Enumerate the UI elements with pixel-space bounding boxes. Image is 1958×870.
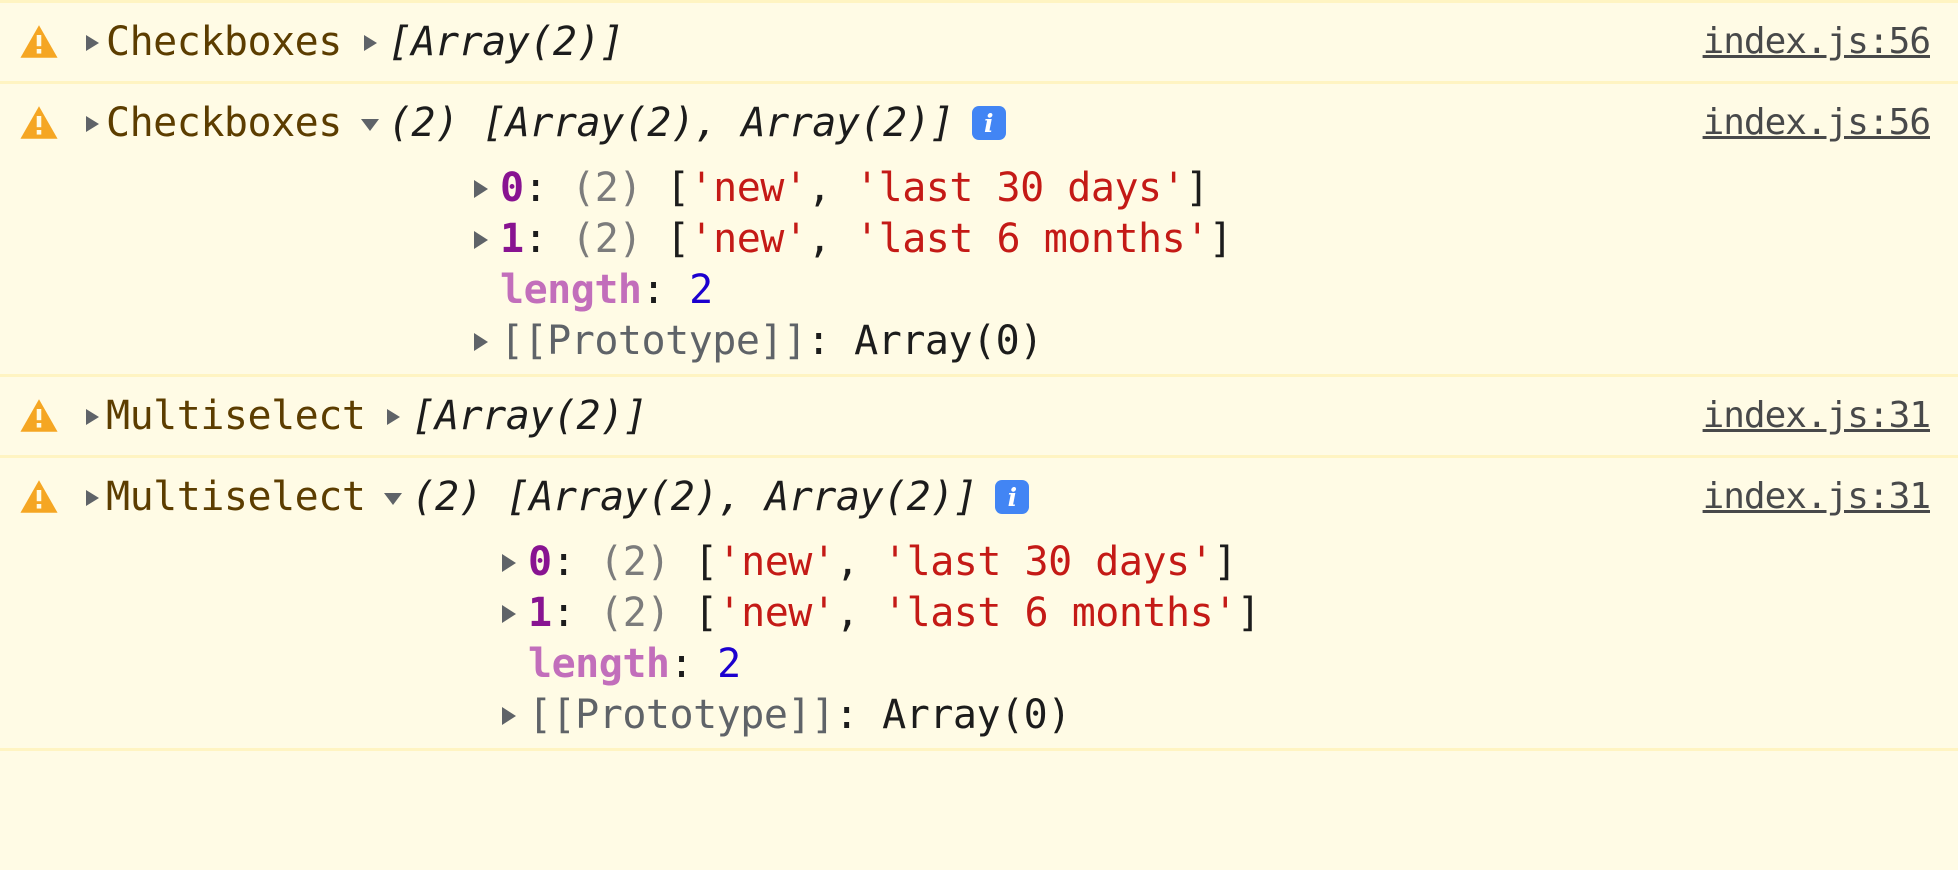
object-disclosure-triangle[interactable] (383, 401, 405, 431)
object-preview: (2) [Array(2), Array(2)] (387, 100, 954, 146)
message-label: Multiselect (106, 474, 366, 520)
key-colon: : (551, 538, 576, 585)
property-key: 1 (500, 215, 524, 262)
property-row: [[Prototype]]: Array(0) (0, 315, 1958, 366)
string-value: 'last 6 months' (855, 215, 1209, 262)
string-value: 'last 30 days' (883, 538, 1214, 585)
key-colon: : (641, 266, 666, 313)
object-preview: [Array(2)] (387, 19, 624, 65)
console-message-header[interactable]: Checkboxes [Array(2)] (0, 3, 1958, 81)
close-bracket: ] (1236, 589, 1261, 636)
prototype-value: Array(0) (882, 691, 1071, 738)
string-value: 'new' (689, 215, 808, 262)
property-disclosure-triangle[interactable] (470, 326, 500, 356)
console-message-header[interactable]: Multiselect [Array(2)] (0, 377, 1958, 455)
console-message-header[interactable]: Checkboxes (2) [Array(2), Array(2)] i (0, 84, 1958, 162)
property-key: length (500, 266, 642, 313)
console-panel[interactable]: index.js:56 Checkboxes [Array(2)] index.js:… (0, 0, 1958, 870)
property-disclosure-triangle[interactable] (498, 700, 528, 730)
open-bracket: [ (665, 164, 690, 211)
property-row: 0: (2) ['new', 'last 30 days'] (0, 162, 1958, 213)
array-count: (2) (599, 538, 670, 585)
message-disclosure-triangle[interactable] (82, 108, 104, 138)
array-count: (2) (571, 215, 642, 262)
property-key: [[Prototype]] (500, 317, 807, 364)
source-location-link[interactable]: index.js:31 (1703, 476, 1931, 517)
source-location-link[interactable]: index.js:31 (1703, 395, 1931, 436)
value-comma: , (835, 589, 860, 636)
property-disclosure-triangle[interactable] (498, 547, 528, 577)
key-colon: : (806, 317, 831, 364)
object-properties: 0: (2) ['new', 'last 30 days'] 1: (2) ['n… (0, 162, 1958, 374)
info-badge-icon[interactable]: i (995, 480, 1030, 514)
message-label: Checkboxes (106, 19, 342, 65)
close-bracket: ] (1208, 215, 1233, 262)
property-disclosure-triangle[interactable] (470, 173, 500, 203)
property-disclosure-triangle[interactable] (498, 598, 528, 628)
key-colon: : (523, 215, 548, 262)
value-comma: , (807, 215, 832, 262)
console-message: index.js:31 Multiselect [Array(2)] (0, 377, 1958, 458)
source-location-link[interactable]: index.js:56 (1703, 21, 1931, 62)
open-bracket: [ (693, 538, 718, 585)
close-bracket: ] (1213, 538, 1237, 585)
number-value: 2 (689, 266, 713, 313)
property-row: [[Prototype]]: Array(0) (0, 689, 1958, 740)
open-bracket: [ (693, 589, 718, 636)
array-count: (2) (599, 589, 670, 636)
property-disclosure-spacer (470, 275, 500, 305)
warning-icon (18, 102, 60, 144)
message-label: Multiselect (106, 393, 366, 439)
property-row: length: 2 (0, 264, 1958, 315)
object-disclosure-triangle[interactable] (360, 27, 382, 57)
property-key: 0 (528, 538, 552, 585)
message-disclosure-triangle[interactable] (82, 27, 104, 57)
prototype-value: Array(0) (854, 317, 1043, 364)
string-value: 'new' (689, 164, 808, 211)
array-count: (2) (571, 164, 642, 211)
console-message-header[interactable]: Multiselect (2) [Array(2), Array(2)] i (0, 458, 1958, 536)
property-disclosure-triangle[interactable] (470, 224, 500, 254)
message-label: Checkboxes (106, 100, 342, 146)
number-value: 2 (717, 640, 741, 687)
console-message: index.js:56 Checkboxes (2) [Array(2), Arra… (0, 84, 1958, 377)
source-location-link[interactable]: index.js:56 (1703, 102, 1931, 143)
object-disclosure-triangle[interactable] (360, 108, 382, 138)
object-preview: [Array(2)] (411, 393, 648, 439)
property-key: 1 (528, 589, 552, 636)
key-colon: : (669, 640, 694, 687)
warning-icon (18, 395, 60, 437)
message-disclosure-triangle[interactable] (82, 401, 104, 431)
property-disclosure-spacer (498, 649, 528, 679)
property-row: 1: (2) ['new', 'last 6 months'] (0, 587, 1958, 638)
open-bracket: [ (665, 215, 690, 262)
object-preview: (2) [Array(2), Array(2)] (411, 474, 978, 520)
object-disclosure-triangle[interactable] (383, 482, 405, 512)
value-comma: , (807, 164, 832, 211)
property-key: length (528, 640, 670, 687)
string-value: 'last 6 months' (883, 589, 1237, 636)
property-key: 0 (500, 164, 524, 211)
info-badge-icon[interactable]: i (971, 106, 1006, 140)
string-value: 'new' (717, 589, 836, 636)
key-colon: : (834, 691, 859, 738)
property-row: length: 2 (0, 638, 1958, 689)
warning-icon (18, 21, 60, 63)
property-row: 0: (2) ['new', 'last 30 days'] (0, 536, 1958, 587)
key-colon: : (551, 589, 576, 636)
value-comma: , (835, 538, 860, 585)
property-key: [[Prototype]] (528, 691, 835, 738)
console-message: index.js:56 Checkboxes [Array(2)] (0, 3, 1958, 84)
key-colon: : (523, 164, 548, 211)
console-message: index.js:31 Multiselect (2) [Array(2), Arr… (0, 458, 1958, 751)
string-value: 'new' (717, 538, 836, 585)
close-bracket: ] (1185, 164, 1209, 211)
object-properties: 0: (2) ['new', 'last 30 days'] 1: (2) ['n… (0, 536, 1958, 748)
message-disclosure-triangle[interactable] (82, 482, 104, 512)
warning-icon (18, 476, 60, 518)
property-row: 1: (2) ['new', 'last 6 months'] (0, 213, 1958, 264)
string-value: 'last 30 days' (855, 164, 1186, 211)
